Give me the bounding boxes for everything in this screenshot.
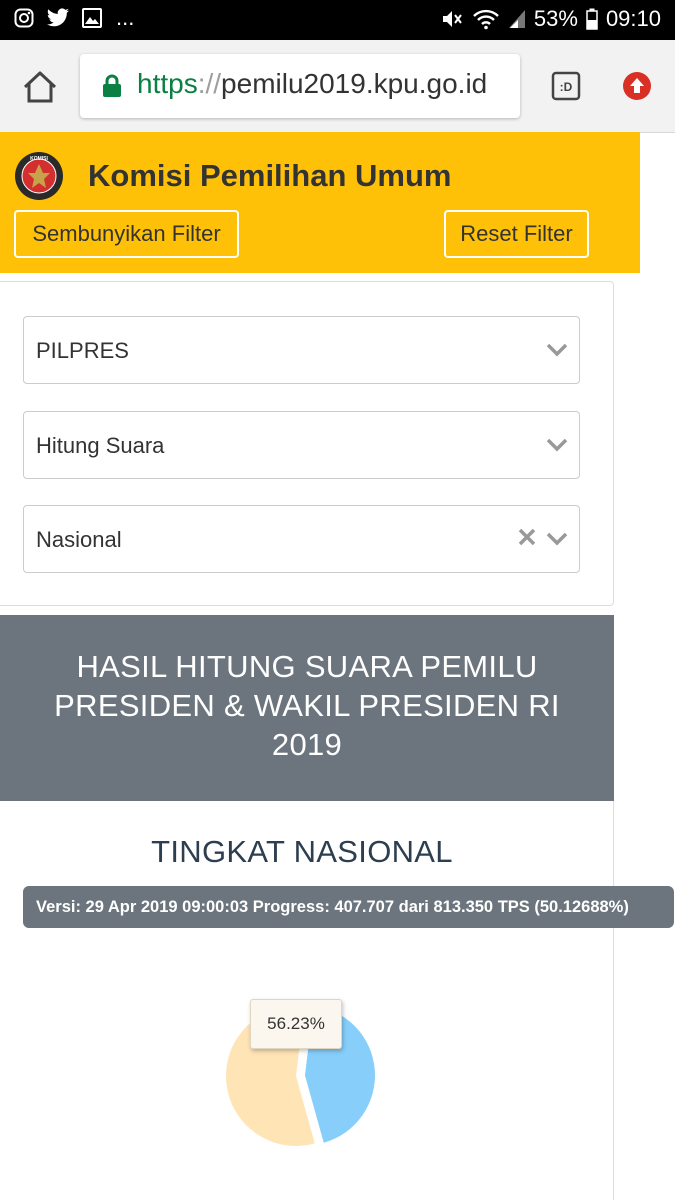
gallery-icon xyxy=(82,8,102,28)
instagram-icon xyxy=(14,8,34,28)
more-notifications: ... xyxy=(116,5,135,30)
site-title: Komisi Pemilihan Umum xyxy=(88,158,452,193)
reset-filter-button[interactable]: Reset Filter xyxy=(444,210,589,258)
result-banner: HASIL HITUNG SUARA PEMILU PRESIDEN & WAK… xyxy=(0,615,614,801)
version-progress-bar: Versi: 29 Apr 2019 09:00:03 Progress: 40… xyxy=(23,886,674,928)
count-mode-select[interactable]: Hitung Suara xyxy=(23,411,580,479)
twitter-icon xyxy=(47,8,69,27)
battery-percent: 53% xyxy=(533,6,578,31)
election-type-select[interactable]: PILPRES xyxy=(23,316,580,384)
reader-mode-icon[interactable]: :D xyxy=(551,71,581,101)
clear-icon[interactable] xyxy=(517,527,537,547)
url-scheme: https xyxy=(137,68,198,99)
region-select[interactable]: Nasional xyxy=(23,505,580,573)
url-text: https://pemilu2019.kpu.go.id xyxy=(137,68,487,100)
signal-icon xyxy=(508,10,525,28)
home-icon[interactable] xyxy=(22,70,58,104)
logo-text: KOMISI xyxy=(30,156,48,162)
filter-panel: PILPRES Hitung Suara Nasional xyxy=(0,281,614,606)
status-bar: ... 53% 09:10 xyxy=(0,0,675,40)
hide-filter-button[interactable]: Sembunyikan Filter xyxy=(14,210,239,258)
pie-tooltip: 56.23% xyxy=(250,999,342,1049)
clock: 09:10 xyxy=(605,6,661,31)
url-host: pemilu2019.kpu.go.id xyxy=(221,68,488,99)
lock-icon xyxy=(103,74,121,97)
svg-text::D: :D xyxy=(560,80,573,94)
content-border xyxy=(613,801,614,1200)
result-title: HASIL HITUNG SUARA PEMILU PRESIDEN & WAK… xyxy=(54,649,560,762)
notification-icons: ... xyxy=(14,5,135,30)
kpu-logo: KOMISI xyxy=(15,152,63,200)
count-mode-value: Hitung Suara xyxy=(36,433,165,458)
region-value: Nasional xyxy=(36,527,122,552)
site-header: KOMISI Komisi Pemilihan Umum Sembunyikan… xyxy=(0,132,640,273)
battery-icon xyxy=(586,8,598,30)
election-type-value: PILPRES xyxy=(36,338,129,363)
update-available-icon[interactable] xyxy=(622,71,652,101)
mute-icon xyxy=(442,11,462,27)
system-icons: 53% 09:10 xyxy=(440,6,661,32)
address-bar[interactable]: https://pemilu2019.kpu.go.id xyxy=(80,54,520,118)
url-separator: :// xyxy=(197,68,222,99)
browser-toolbar: https://pemilu2019.kpu.go.id :D xyxy=(0,40,675,133)
chevron-down-icon xyxy=(546,438,568,452)
chevron-down-icon xyxy=(546,532,568,546)
chevron-down-icon xyxy=(546,343,568,357)
wifi-icon xyxy=(473,9,499,30)
level-title: TINGKAT NASIONAL xyxy=(151,834,453,869)
